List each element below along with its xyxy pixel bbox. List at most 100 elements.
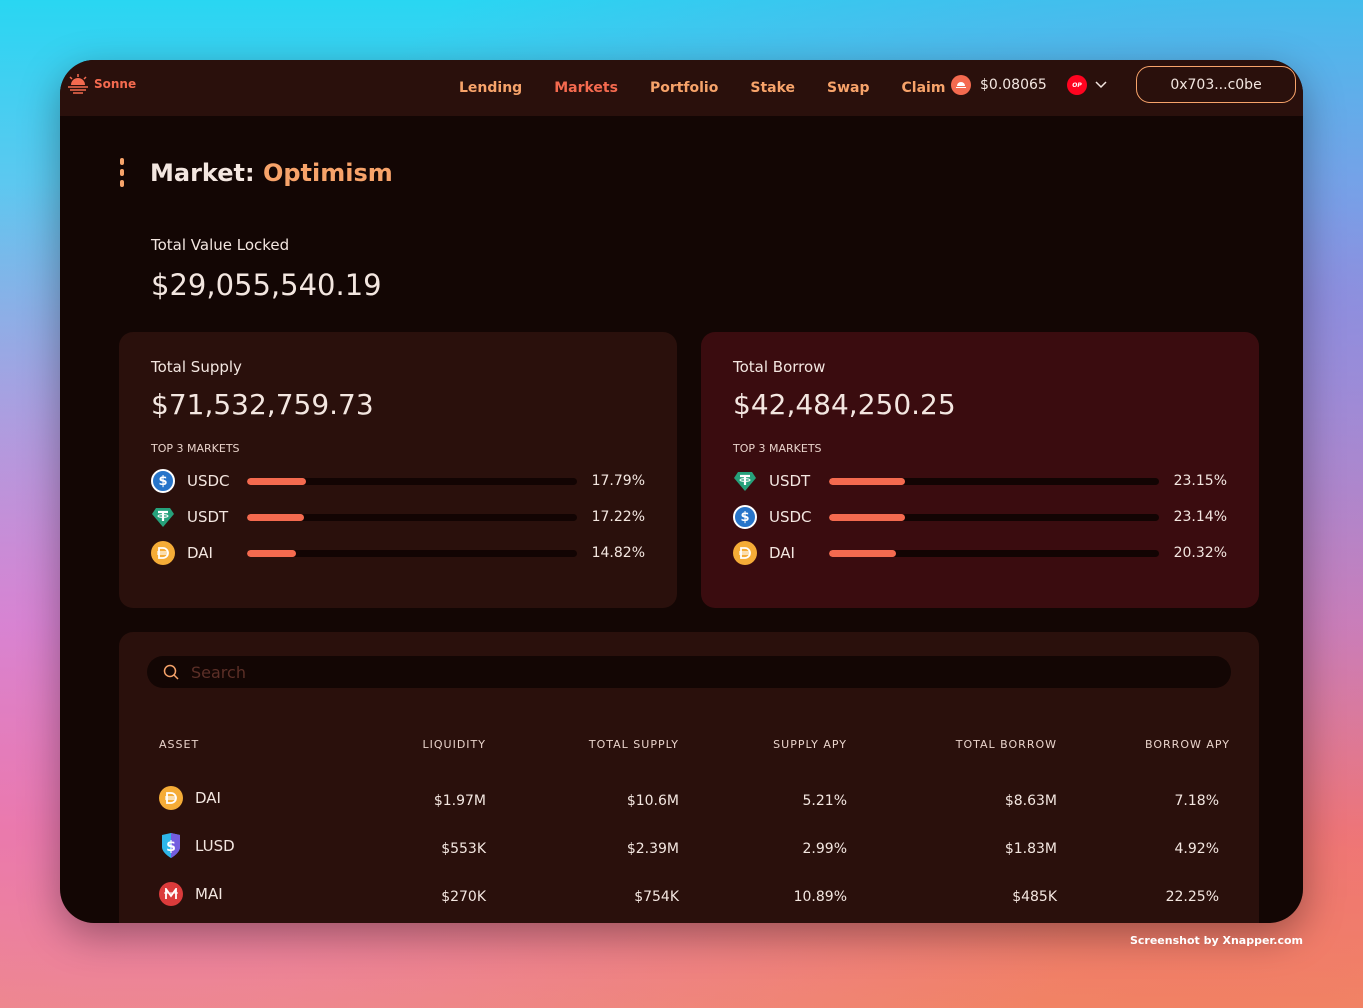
nav-claim[interactable]: Claim — [902, 80, 946, 96]
watermark: Screenshot by Xnapper.com — [1129, 934, 1303, 947]
market-header: Market: Optimism — [120, 158, 393, 187]
dai-icon — [159, 786, 183, 810]
network-selector[interactable]: OP — [1067, 75, 1107, 95]
cell-borrow-apy: 4.92% — [1174, 841, 1219, 857]
page-title: Market: Optimism — [150, 159, 393, 187]
cell-total-supply: $2.39M — [626, 841, 679, 857]
borrow-market-asset: USDC — [769, 508, 812, 526]
sonne-coin-icon — [951, 75, 971, 95]
dai-icon — [733, 541, 757, 565]
supply-share-bar — [247, 549, 577, 557]
table-row[interactable]: $ LUSD $553K $2.39M 2.99% $1.83M 4.92% — [119, 833, 1259, 864]
borrow-share-bar — [829, 477, 1159, 485]
col-total-borrow[interactable]: TOTAL BORROW — [956, 738, 1057, 751]
borrow-market-pct: 20.32% — [1173, 545, 1227, 561]
cell-liquidity: $270K — [441, 889, 486, 905]
usdt-icon — [733, 469, 757, 493]
usdc-icon: $ — [151, 469, 175, 493]
borrow-market-asset: DAI — [769, 544, 795, 562]
asset-name: DAI — [195, 789, 221, 807]
total-supply-card: Total Supply $71,532,759.73 TOP 3 MARKET… — [119, 332, 677, 608]
supply-market-asset: USDC — [187, 472, 230, 490]
token-price-value: $0.08065 — [980, 77, 1047, 93]
borrow-market-row: $ USDC 23.14% — [733, 499, 1227, 535]
usdc-icon: $ — [733, 505, 757, 529]
mai-icon — [159, 882, 183, 906]
table-row[interactable]: DAI $1.97M $10.6M 5.21% $8.63M 7.18% — [119, 786, 1259, 816]
supply-share-bar — [247, 513, 577, 521]
nav-portfolio[interactable]: Portfolio — [650, 80, 718, 96]
market-prefix: Market: — [150, 158, 255, 187]
main-nav: Lending Markets Portfolio Stake Swap Cla… — [459, 60, 977, 116]
total-borrow-card: Total Borrow $42,484,250.25 TOP 3 MARKET… — [701, 332, 1259, 608]
cell-liquidity: $1.97M — [433, 793, 486, 809]
cell-total-borrow: $8.63M — [1004, 793, 1057, 809]
supply-label: Total Supply — [151, 358, 242, 376]
svg-text:$: $ — [166, 839, 176, 855]
search-box[interactable] — [147, 656, 1231, 688]
supply-value: $71,532,759.73 — [151, 388, 374, 421]
supply-market-pct: 14.82% — [591, 545, 645, 561]
cell-total-borrow: $1.83M — [1004, 841, 1057, 857]
logo[interactable]: Sonne — [66, 74, 136, 94]
tvl-value: $29,055,540.19 — [151, 268, 382, 302]
search-input[interactable] — [191, 662, 1091, 682]
col-supply-apy[interactable]: SUPPLY APY — [773, 738, 847, 751]
app-window: Sonne Lending Markets Portfolio Stake Sw… — [60, 60, 1303, 923]
supply-market-asset: USDT — [187, 508, 229, 526]
chevron-down-icon — [1095, 81, 1107, 89]
borrow-value: $42,484,250.25 — [733, 388, 956, 421]
supply-market-row: DAI 14.82% — [151, 535, 645, 571]
borrow-market-row: DAI 20.32% — [733, 535, 1227, 571]
supply-market-row: USDT 17.22% — [151, 499, 645, 535]
wallet-button[interactable]: 0x703...c0be — [1136, 66, 1296, 103]
col-borrow-apy[interactable]: BORROW APY — [1145, 738, 1230, 751]
tvl-label: Total Value Locked — [151, 236, 290, 254]
usdt-icon — [151, 505, 175, 529]
col-liquidity[interactable]: LIQUIDITY — [423, 738, 486, 751]
cell-supply-apy: 10.89% — [793, 889, 847, 905]
supply-market-row: $ USDC 17.79% — [151, 463, 645, 499]
nav-stake[interactable]: Stake — [750, 80, 795, 96]
lusd-icon: $ — [159, 833, 183, 858]
cell-borrow-apy: 7.18% — [1174, 793, 1219, 809]
sun-logo-icon — [68, 74, 88, 94]
table-header: ASSET LIQUIDITY TOTAL SUPPLY SUPPLY APY … — [119, 738, 1259, 754]
optimism-network-icon: OP — [1067, 75, 1087, 95]
asset-name: LUSD — [195, 837, 235, 855]
cell-borrow-apy: 22.25% — [1165, 889, 1219, 905]
borrow-share-bar — [829, 549, 1159, 557]
market-name: Optimism — [262, 158, 393, 187]
borrow-market-pct: 23.15% — [1173, 473, 1227, 489]
supply-market-pct: 17.22% — [591, 509, 645, 525]
col-total-supply[interactable]: TOTAL SUPPLY — [589, 738, 679, 751]
borrow-market-asset: USDT — [769, 472, 811, 490]
borrow-label: Total Borrow — [733, 358, 826, 376]
nav-swap[interactable]: Swap — [827, 80, 870, 96]
supply-share-bar — [247, 477, 577, 485]
cell-liquidity: $553K — [441, 841, 486, 857]
token-price: $0.08065 — [951, 75, 1047, 95]
logo-text: Sonne — [94, 77, 137, 91]
vertical-dots-icon — [120, 158, 124, 187]
borrow-market-row: USDT 23.15% — [733, 463, 1227, 499]
borrow-top3-label: TOP 3 MARKETS — [733, 442, 822, 455]
asset-name: MAI — [195, 885, 223, 903]
table-row[interactable]: MAI $270K $754K 10.89% $485K 22.25% — [119, 882, 1259, 912]
borrow-market-pct: 23.14% — [1173, 509, 1227, 525]
nav-markets[interactable]: Markets — [554, 80, 618, 96]
cell-total-borrow: $485K — [1012, 889, 1057, 905]
nav-lending[interactable]: Lending — [459, 80, 522, 96]
markets-table-card: ASSET LIQUIDITY TOTAL SUPPLY SUPPLY APY … — [119, 632, 1259, 923]
borrow-share-bar — [829, 513, 1159, 521]
top-bar: Sonne Lending Markets Portfolio Stake Sw… — [60, 60, 1303, 116]
row-asset: DAI — [159, 786, 221, 810]
supply-top3-label: TOP 3 MARKETS — [151, 442, 240, 455]
supply-market-pct: 17.79% — [591, 473, 645, 489]
cell-total-supply: $10.6M — [626, 793, 679, 809]
col-asset[interactable]: ASSET — [159, 738, 199, 751]
cell-supply-apy: 2.99% — [802, 841, 847, 857]
cell-total-supply: $754K — [634, 889, 679, 905]
search-icon — [163, 664, 179, 680]
supply-market-asset: DAI — [187, 544, 213, 562]
